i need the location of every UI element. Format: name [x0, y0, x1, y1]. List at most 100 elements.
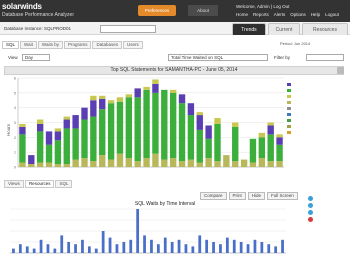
bar-segment[interactable]: [276, 134, 283, 138]
bar-segment[interactable]: [169, 158, 177, 167]
bar-segment[interactable]: [36, 123, 44, 132]
lower-bar[interactable]: [163, 237, 167, 253]
bar-segment[interactable]: [54, 131, 62, 141]
bar-segment[interactable]: [196, 112, 203, 116]
legend-item[interactable]: [287, 100, 293, 104]
lower-bar[interactable]: [150, 239, 153, 253]
bar-segment[interactable]: [63, 119, 70, 129]
bar-segment[interactable]: [152, 153, 159, 167]
bar-segment[interactable]: [187, 115, 195, 160]
bar-segment[interactable]: [45, 162, 53, 167]
bar-segment[interactable]: [249, 138, 257, 163]
lower-bar[interactable]: [246, 244, 250, 253]
bar-segment[interactable]: [125, 94, 133, 98]
legend-item[interactable]: [287, 106, 293, 110]
lower-bar[interactable]: [225, 237, 229, 253]
bar-segment[interactable]: [72, 115, 79, 129]
legend-item[interactable]: [287, 112, 293, 116]
bar-segment[interactable]: [232, 126, 239, 162]
legend-item[interactable]: [287, 82, 293, 86]
bar-segment[interactable]: [81, 119, 88, 159]
nav-link[interactable]: Help: [311, 12, 320, 17]
bar-segment[interactable]: [54, 128, 62, 132]
bar-segment[interactable]: [267, 122, 274, 126]
lower-bar[interactable]: [32, 248, 36, 253]
bar-segment[interactable]: [267, 134, 274, 162]
bar-segment[interactable]: [125, 97, 133, 159]
lower-bar[interactable]: [39, 239, 43, 253]
subtab-sql[interactable]: SQL: [2, 41, 20, 49]
bar-segment[interactable]: [187, 159, 195, 167]
legend-item[interactable]: [287, 124, 293, 128]
bar-segment[interactable]: [143, 86, 150, 90]
bar-segment[interactable]: [99, 155, 106, 167]
lower-bar[interactable]: [74, 244, 77, 253]
bar-segment[interactable]: [99, 98, 106, 110]
lower-bar[interactable]: [253, 239, 257, 253]
print-button[interactable]: Print: [228, 192, 246, 200]
tab-current[interactable]: Current: [268, 23, 300, 35]
nav-link[interactable]: Home: [236, 12, 248, 17]
bar-segment[interactable]: [36, 131, 44, 163]
bar-segment[interactable]: [99, 95, 106, 99]
lower-bar[interactable]: [177, 239, 181, 253]
bar-segment[interactable]: [161, 89, 168, 160]
bar-segment[interactable]: [196, 129, 203, 163]
lower-bar[interactable]: [143, 235, 146, 253]
bar-segment[interactable]: [107, 103, 115, 160]
bar-segment[interactable]: [258, 132, 266, 138]
view-select[interactable]: Day: [22, 54, 50, 61]
lower-bar[interactable]: [46, 244, 50, 253]
bar-segment[interactable]: [258, 158, 266, 167]
lower-bar[interactable]: [267, 244, 271, 253]
bar-segment[interactable]: [45, 144, 53, 163]
bar-segment[interactable]: [90, 161, 97, 167]
bar-segment[interactable]: [214, 123, 221, 162]
bar-segment[interactable]: [143, 158, 150, 167]
lower-bar[interactable]: [191, 246, 195, 253]
bar-segment[interactable]: [178, 94, 186, 104]
chart-menu-icon[interactable]: [337, 67, 344, 74]
bar-segment[interactable]: [19, 123, 26, 127]
lower-bar[interactable]: [87, 246, 91, 253]
compare-button[interactable]: Compare: [200, 192, 227, 200]
bar-segment[interactable]: [107, 100, 115, 104]
subtab-users[interactable]: Users: [122, 41, 143, 49]
lower-bar[interactable]: [101, 231, 105, 253]
bar-segment[interactable]: [90, 100, 97, 117]
lower-bar[interactable]: [67, 242, 71, 253]
bar-segment[interactable]: [54, 164, 62, 167]
instance-select[interactable]: [100, 25, 156, 33]
bar-segment[interactable]: [36, 119, 44, 124]
bar-segment[interactable]: [99, 109, 106, 156]
bar-segment[interactable]: [152, 92, 159, 154]
bar-segment[interactable]: [107, 159, 115, 167]
bar-segment[interactable]: [267, 125, 274, 135]
lower-bar[interactable]: [108, 237, 112, 253]
side-item[interactable]: [308, 209, 315, 216]
bar-segment[interactable]: [63, 164, 70, 167]
bar-segment[interactable]: [205, 158, 212, 167]
lower-bar[interactable]: [129, 239, 133, 253]
bar-segment[interactable]: [63, 128, 70, 165]
lower-bar[interactable]: [260, 242, 264, 253]
bar-segment[interactable]: [205, 138, 212, 159]
bar-segment[interactable]: [178, 161, 186, 167]
lower-bar[interactable]: [274, 246, 278, 253]
bar-segment[interactable]: [45, 131, 53, 145]
lower-bar[interactable]: [198, 235, 202, 253]
bottom-tab-views[interactable]: Views: [4, 180, 24, 188]
side-item[interactable]: [308, 216, 315, 223]
full-screen-button[interactable]: Full Screen: [267, 192, 298, 200]
filter-select[interactable]: [306, 54, 344, 61]
subtab-databases[interactable]: Databases: [92, 41, 122, 49]
bar-segment[interactable]: [240, 159, 248, 167]
nav-link[interactable]: Reports: [253, 12, 269, 17]
bar-segment[interactable]: [196, 162, 203, 167]
lower-bar[interactable]: [136, 209, 140, 253]
bar-segment[interactable]: [134, 88, 141, 98]
bar-segment[interactable]: [169, 89, 177, 93]
metric-select[interactable]: Total Time Waited on SQL: [168, 54, 268, 61]
lower-bar[interactable]: [170, 242, 174, 253]
bar-segment[interactable]: [54, 140, 62, 165]
